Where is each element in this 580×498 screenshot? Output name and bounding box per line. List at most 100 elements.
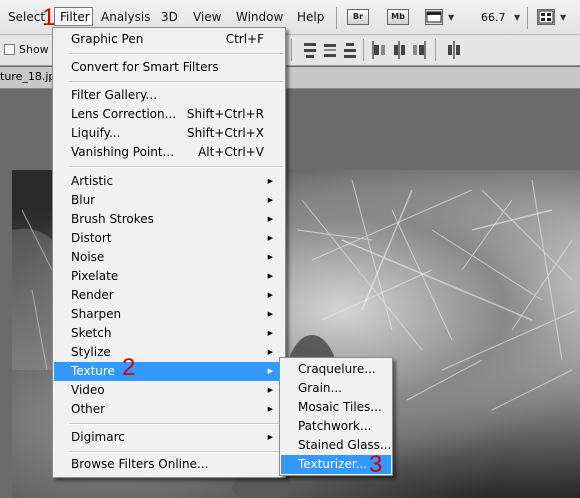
menu-separator: [69, 451, 283, 453]
menu-item-digimarc[interactable]: Digimarc ▶: [54, 428, 284, 447]
submenu-arrow-icon: ▶: [267, 433, 273, 441]
menu-item-render[interactable]: Render ▶: [54, 286, 284, 305]
arrange-glyph: [538, 10, 554, 24]
align-left-icon[interactable]: [371, 41, 387, 59]
mini-bridge-icon[interactable]: Mb: [387, 9, 409, 25]
menu-item-label: Texture: [71, 364, 115, 378]
screen-mode-glyph: [426, 11, 442, 23]
menu-item-video[interactable]: Video ▶: [54, 381, 284, 400]
align-right-icon[interactable]: [411, 41, 427, 59]
shortcut-label: Ctrl+F: [225, 32, 264, 46]
menu-item-label: Lens Correction...: [71, 107, 177, 121]
menu-3d[interactable]: 3D: [161, 10, 178, 24]
menubar-divider: [336, 7, 337, 29]
submenu-item-mosaic-tiles[interactable]: Mosaic Tiles...: [281, 398, 391, 417]
submenu-arrow-icon: ▶: [267, 310, 273, 318]
menu-item-label: Browse Filters Online...: [71, 457, 209, 471]
auto-align-icon[interactable]: [446, 41, 462, 59]
menu-item-stylize[interactable]: Stylize ▶: [54, 343, 284, 362]
menubar-divider: [527, 7, 528, 29]
menu-filter-label: Filter: [60, 10, 90, 24]
menu-item-label: Noise: [71, 250, 105, 264]
menu-separator: [69, 423, 283, 425]
shortcut-label: Alt+Ctrl+V: [198, 145, 264, 159]
menu-item-label: Stylize: [71, 345, 111, 359]
menu-item-label: Sketch: [71, 326, 112, 340]
menu-item-brush-strokes[interactable]: Brush Strokes ▶: [54, 210, 284, 229]
submenu-arrow-icon: ▶: [267, 348, 273, 356]
align-top-icon[interactable]: [302, 41, 318, 59]
arrange-documents-icon[interactable]: [537, 9, 555, 25]
show-transform-checkbox[interactable]: [4, 44, 15, 55]
menu-item-label: Pixelate: [71, 269, 119, 283]
menu-item-sketch[interactable]: Sketch ▶: [54, 324, 284, 343]
menu-item-vanishing-point[interactable]: Vanishing Point... Alt+Ctrl+V: [54, 143, 284, 162]
submenu-arrow-icon: ▶: [267, 405, 273, 413]
menu-item-artistic[interactable]: Artistic ▶: [54, 172, 284, 191]
menu-item-lens-correction[interactable]: Lens Correction... Shift+Ctrl+R: [54, 105, 284, 124]
submenu-arrow-icon: ▶: [267, 177, 273, 185]
menu-item-liquify[interactable]: Liquify... Shift+Ctrl+X: [54, 124, 284, 143]
chevron-down-icon[interactable]: ▼: [514, 13, 520, 22]
menu-item-pixelate[interactable]: Pixelate ▶: [54, 267, 284, 286]
menu-separator: [69, 81, 283, 83]
submenu-arrow-icon: ▶: [267, 329, 273, 337]
menu-item-graphic-pen[interactable]: Graphic Pen Ctrl+F: [54, 30, 284, 49]
menu-item-browse-filters-online[interactable]: Browse Filters Online...: [54, 455, 284, 474]
step-1-annotation: 1: [42, 4, 56, 31]
menu-item-other[interactable]: Other ▶: [54, 400, 284, 419]
submenu-arrow-icon: ▶: [267, 253, 273, 261]
menu-item-label: Brush Strokes: [71, 212, 154, 226]
options-divider: [363, 39, 364, 61]
shortcut-label: Shift+Ctrl+R: [186, 107, 264, 121]
menu-item-label: Liquify...: [71, 126, 121, 140]
submenu-arrow-icon: ▶: [267, 291, 273, 299]
align-bottom-icon[interactable]: [342, 41, 358, 59]
submenu-arrow-icon: ▶: [267, 272, 273, 280]
menu-item-texture[interactable]: Texture ▶: [54, 362, 284, 381]
shortcut-label: Shift+Ctrl+X: [187, 126, 264, 140]
menu-item-label: Blur: [71, 193, 96, 207]
menu-item-label: Graphic Pen: [71, 32, 144, 46]
menu-item-noise[interactable]: Noise ▶: [54, 248, 284, 267]
chevron-down-icon[interactable]: ▼: [448, 13, 454, 22]
menu-filter[interactable]: Filter: [54, 7, 93, 26]
menu-window[interactable]: Window: [236, 10, 283, 24]
menu-item-blur[interactable]: Blur ▶: [54, 191, 284, 210]
submenu-item-patchwork[interactable]: Patchwork...: [281, 417, 391, 436]
filter-menu: Graphic Pen Ctrl+F Convert for Smart Fil…: [52, 27, 286, 478]
menu-help[interactable]: Help: [297, 10, 324, 24]
align-hcenter-icon[interactable]: [391, 41, 407, 59]
menu-item-label: Other: [71, 402, 106, 416]
step-3-annotation: 3: [369, 451, 383, 478]
submenu-arrow-icon: ▶: [267, 367, 273, 375]
submenu-item-craquelure[interactable]: Craquelure...: [281, 360, 391, 379]
menu-separator: [69, 166, 283, 168]
menu-item-label: Artistic: [71, 174, 114, 188]
bridge-icon[interactable]: Br: [347, 9, 369, 25]
menu-analysis[interactable]: Analysis: [101, 10, 150, 24]
menu-separator: [69, 53, 283, 55]
screen-mode-icon[interactable]: [425, 9, 443, 25]
menu-item-label: Convert for Smart Filters: [71, 60, 219, 74]
menu-item-label: Sharpen: [71, 307, 122, 321]
menu-item-label: Render: [71, 288, 114, 302]
menu-item-sharpen[interactable]: Sharpen ▶: [54, 305, 284, 324]
menu-select[interactable]: Select: [8, 10, 45, 24]
step-2-annotation: 2: [122, 354, 136, 381]
menu-item-label: Vanishing Point...: [71, 145, 175, 159]
menu-item-convert-smart-filters[interactable]: Convert for Smart Filters: [54, 58, 284, 77]
menu-item-label: Video: [71, 383, 105, 397]
submenu-arrow-icon: ▶: [267, 215, 273, 223]
submenu-arrow-icon: ▶: [267, 196, 273, 204]
menu-item-distort[interactable]: Distort ▶: [54, 229, 284, 248]
chevron-down-icon[interactable]: ▼: [560, 13, 566, 22]
zoom-level[interactable]: 66.7: [481, 11, 506, 24]
menu-item-filter-gallery[interactable]: Filter Gallery...: [54, 86, 284, 105]
options-divider: [435, 39, 436, 61]
submenu-item-grain[interactable]: Grain...: [281, 379, 391, 398]
align-vcenter-icon[interactable]: [322, 41, 338, 59]
menu-view[interactable]: View: [193, 10, 221, 24]
submenu-arrow-icon: ▶: [267, 234, 273, 242]
menu-item-label: Digimarc: [71, 430, 125, 444]
